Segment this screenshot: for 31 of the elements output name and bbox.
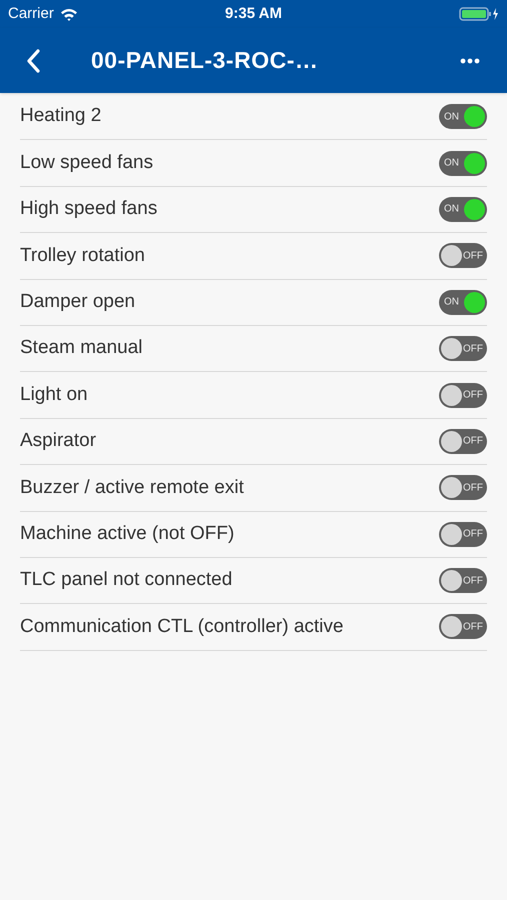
battery-icon bbox=[459, 7, 499, 21]
setting-label: Communication CTL (controller) active bbox=[20, 614, 344, 639]
setting-label: Trolley rotation bbox=[20, 244, 145, 268]
toggle-switch[interactable]: OFF bbox=[439, 243, 487, 268]
toggle-switch[interactable]: OFF bbox=[439, 475, 487, 500]
setting-label: Heating 2 bbox=[20, 104, 102, 128]
setting-label: Aspirator bbox=[20, 429, 96, 454]
nav-title: 00-PANEL-3-ROC-… bbox=[91, 46, 318, 76]
setting-label: High speed fans bbox=[20, 197, 158, 222]
toggle-switch[interactable]: ON bbox=[439, 290, 487, 315]
toggle-switch[interactable]: ON bbox=[439, 104, 487, 130]
toggle-switch[interactable]: OFF bbox=[439, 568, 487, 594]
setting-label: Light on bbox=[20, 382, 88, 407]
toggle-switch[interactable]: OFF bbox=[439, 336, 487, 362]
toggle-switch[interactable]: OFF bbox=[439, 382, 487, 408]
toggle-switch[interactable]: OFF bbox=[439, 428, 487, 454]
setting-label: TLC panel not connected bbox=[20, 568, 232, 592]
toggle-switch[interactable]: ON bbox=[439, 196, 487, 222]
time-text: 9:35 AM bbox=[225, 4, 282, 24]
carrier-text: Carrier bbox=[8, 4, 54, 24]
toggle-switch[interactable]: ON bbox=[439, 150, 487, 176]
setting-label: Buzzer / active remote exit bbox=[20, 476, 244, 500]
ellipsis-icon bbox=[460, 58, 480, 64]
setting-label: Steam manual bbox=[20, 336, 143, 360]
wifi-icon bbox=[60, 8, 78, 20]
setting-label: Machine active (not OFF) bbox=[20, 522, 234, 546]
setting-label: Damper open bbox=[20, 290, 136, 314]
chevron-icon bbox=[26, 48, 40, 72]
setting-label: Low speed fans bbox=[20, 150, 154, 175]
toggle-switch[interactable]: OFF bbox=[439, 522, 487, 547]
toggle-switch[interactable]: OFF bbox=[439, 614, 487, 640]
